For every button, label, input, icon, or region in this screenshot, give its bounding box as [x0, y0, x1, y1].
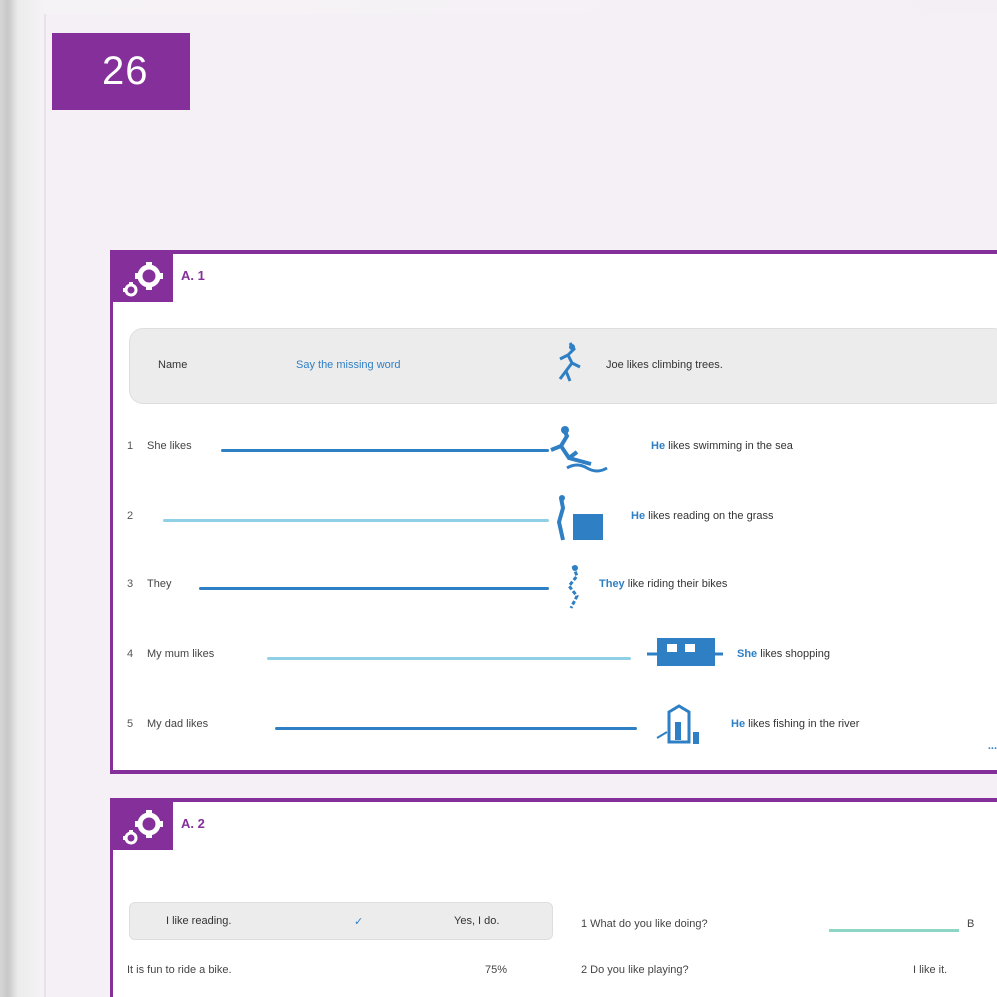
section-1-header	[113, 254, 173, 302]
exercise-section-2: A. 2 I like reading. ✓ Yes, I do. 1 What…	[110, 798, 997, 997]
answer-text: They like riding their bikes	[599, 578, 728, 590]
question-number: 5	[127, 718, 134, 730]
exercise-section-1: A. 1 Name Say the missing word Joe likes…	[110, 250, 997, 774]
instruction-box: Name Say the missing word Joe likes clim…	[129, 328, 997, 404]
exercise-row-5: 5 My dad likes He likes fishing in the r…	[127, 704, 997, 744]
section-2-title: A. 2	[181, 816, 205, 831]
swimming-icon	[550, 426, 608, 473]
question-number: 3	[127, 578, 134, 590]
cycling-icon	[567, 565, 579, 609]
fishing-icon	[656, 704, 699, 744]
sentence-start: She likes	[147, 440, 192, 452]
check-icon: ✓	[354, 916, 364, 928]
question-number: 1	[127, 440, 134, 452]
gear-icon	[123, 262, 163, 297]
shopping-icon	[647, 638, 723, 666]
answer-blank[interactable]	[275, 727, 637, 730]
answer-text: He likes swimming in the sea	[651, 440, 793, 452]
more-indicator: ...	[987, 740, 997, 752]
gear-icon	[123, 810, 163, 845]
page-number: 26	[52, 33, 190, 110]
exercise-row-3: 3 They They like riding their bikes	[127, 565, 997, 609]
sentence-start: They	[147, 578, 172, 590]
example-box: I like reading. ✓ Yes, I do.	[129, 902, 553, 940]
legend-label: Name	[158, 359, 188, 371]
answer-blank[interactable]	[829, 929, 959, 932]
question-number: 4	[127, 648, 134, 660]
section-2-header	[113, 802, 173, 850]
answer-text: She likes shopping	[737, 648, 830, 660]
answer-letter: B	[967, 918, 975, 930]
answer-blank[interactable]	[199, 587, 549, 590]
answer-blank[interactable]	[163, 519, 549, 522]
exercise-row-2: 2 He likes reading on the grass	[127, 495, 997, 541]
legend-hint: Say the missing word	[296, 359, 401, 371]
question-line-2: 2 Do you like playing?	[581, 964, 689, 976]
section-1-title: A. 1	[181, 268, 205, 283]
answer-blank[interactable]	[221, 449, 549, 452]
answer-text: He likes fishing in the river	[731, 718, 860, 730]
question-line-1: 1 What do you like doing?	[581, 918, 708, 930]
statement-line: It is fun to ride a bike.	[127, 964, 232, 976]
legend-example: Joe likes climbing trees.	[606, 359, 723, 371]
question-answer-2: I like it.	[913, 964, 948, 976]
answer-text: He likes reading on the grass	[631, 510, 774, 522]
reading-icon	[556, 495, 603, 541]
answer-blank[interactable]	[267, 657, 631, 660]
sentence-start: My mum likes	[147, 648, 215, 660]
statement-percent: 75%	[485, 964, 508, 976]
box-right-text: Yes, I do.	[454, 915, 500, 927]
sentence-start: My dad likes	[147, 718, 209, 730]
box-left-text: I like reading.	[166, 915, 232, 927]
climbing-icon	[558, 342, 581, 382]
exercise-row-4: 4 My mum likes She likes shopping	[127, 638, 997, 670]
exercise-row-1: 1 She likes He likes swimming in the sea	[127, 426, 997, 473]
question-number: 2	[127, 510, 134, 522]
